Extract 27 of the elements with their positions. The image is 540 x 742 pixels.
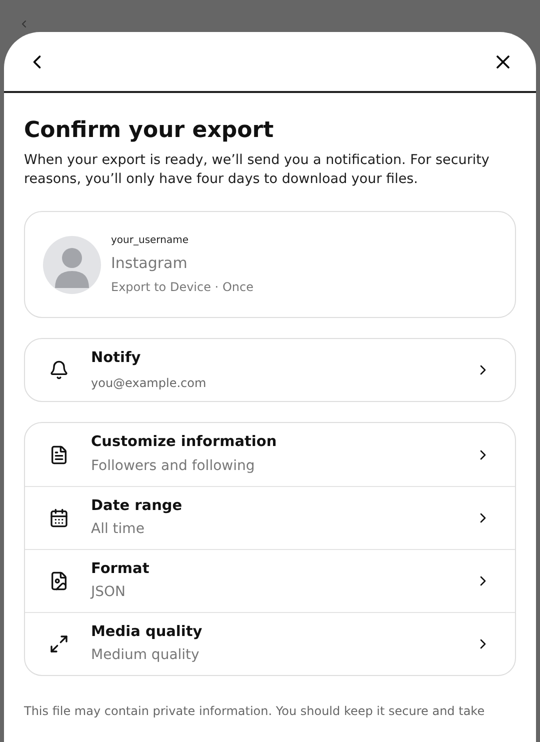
calendar-icon	[49, 508, 69, 528]
app-name-text: Instagram	[111, 253, 188, 274]
setting-row[interactable]: Customize information Followers and following	[25, 423, 515, 486]
setting-label: Media quality	[91, 622, 204, 642]
notify-email: you@example.com	[91, 374, 208, 392]
setting-value: Followers and following	[91, 456, 256, 476]
setting-value: Medium quality	[91, 646, 200, 666]
avatar-icon	[43, 236, 101, 294]
setting-row[interactable]: Format JSON	[25, 549, 515, 612]
setting-label: Format	[91, 560, 150, 579]
setting-label: Date range	[91, 496, 184, 516]
image-file-icon	[49, 571, 69, 591]
setting-row[interactable]: Media quality Medium quality	[25, 612, 515, 675]
setting-value: All time	[91, 520, 146, 540]
setting-label: Customize information	[91, 433, 278, 452]
list-document-icon	[49, 444, 69, 464]
setting-row[interactable]: Date range All time	[25, 486, 515, 549]
notify-row[interactable]: Notify you@example.com	[24, 338, 516, 402]
setting-value: JSON	[91, 583, 127, 602]
expand-icon	[49, 634, 69, 654]
page-title: Confirm your export	[24, 117, 275, 145]
privacy-note: This file may contain private information. You should keep it secure and take	[24, 703, 486, 720]
destination-text: Export to Device · Once	[111, 278, 254, 296]
bell-icon	[49, 360, 69, 380]
username-text: your_username	[111, 234, 190, 248]
notify-label: Notify	[91, 349, 142, 368]
description-text: When your export is ready, we’ll send you a notification. For security reasons, you’ll only have four days to download your files.	[24, 151, 490, 189]
